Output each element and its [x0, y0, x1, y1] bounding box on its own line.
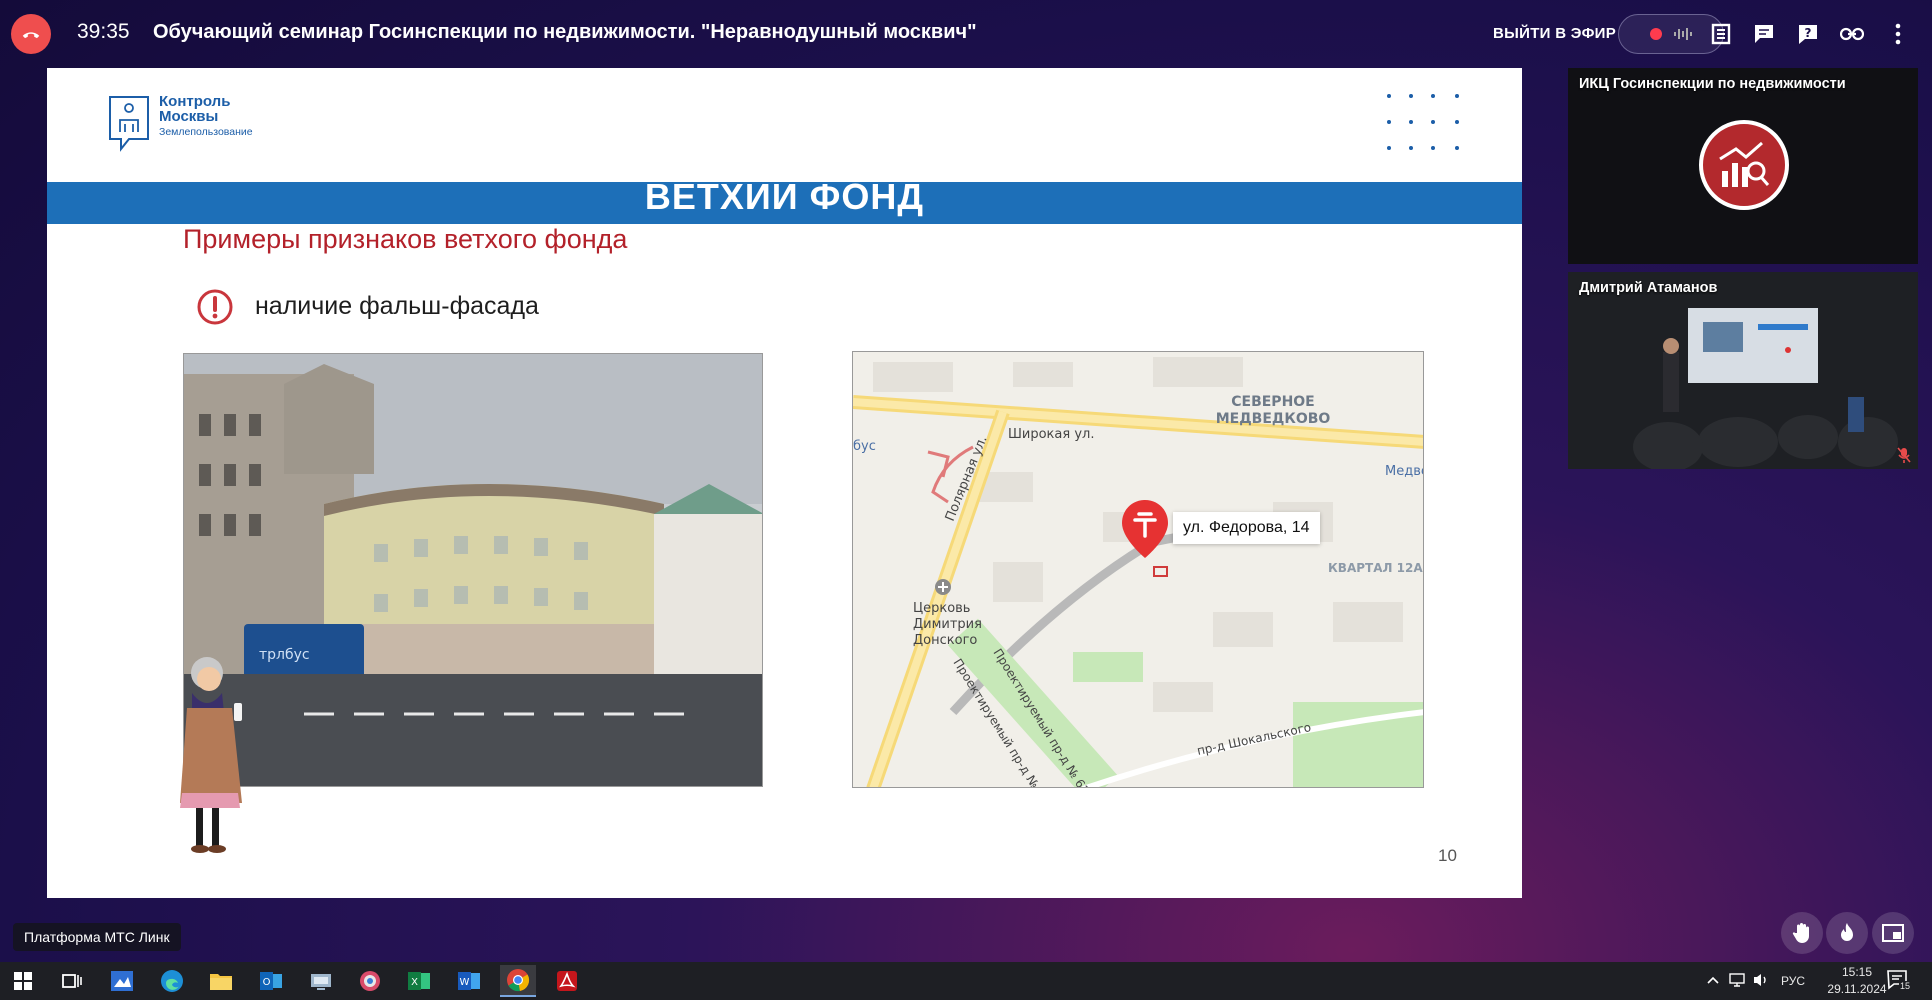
map-district-label: МЕДВЕДКОВО	[1216, 411, 1331, 427]
reactions-button[interactable]	[1826, 912, 1868, 954]
platform-label: Платформа МТС Линк	[13, 923, 181, 951]
map-poi-label: Церковь	[913, 601, 970, 616]
acrobat-icon	[557, 971, 577, 991]
slide-subtitle: Примеры признаков ветхого фонда	[183, 224, 628, 254]
call-top-bar: 39:35 Обучающий семинар Госинспекции по …	[0, 0, 1932, 68]
participant-tile[interactable]: ИКЦ Госинспекции по недвижимости	[1568, 68, 1918, 264]
clock-time[interactable]: 15:15	[1827, 965, 1887, 979]
bus-label: трлбус	[259, 647, 310, 663]
warning-icon	[197, 289, 233, 325]
participant-tile[interactable]: Дмитрий Атаманов	[1568, 272, 1918, 469]
decorative-dots	[1387, 94, 1459, 150]
slide-title: ВЕТХИЙ ФОНД	[644, 176, 925, 217]
participant-name: Дмитрий Атаманов	[1579, 280, 1718, 296]
task-view-icon	[62, 974, 82, 988]
building-photo: трлбус	[183, 353, 763, 787]
hangup-icon	[22, 32, 40, 39]
chat-button[interactable]	[1750, 20, 1778, 48]
task-view-button[interactable]	[54, 965, 90, 997]
call-timer: 39:35	[77, 20, 130, 43]
taskbar-app-acrobat[interactable]	[549, 965, 585, 997]
map-bus-label: бус	[853, 439, 876, 454]
location-map[interactable]: СЕВЕРНОЕ МЕДВЕДКОВО Широкая ул. Полярная…	[852, 351, 1424, 788]
map-street-label: Широкая ул.	[1008, 427, 1094, 442]
participant-video	[1568, 272, 1918, 469]
map-pin-icon	[1122, 500, 1168, 558]
logo-text: Контроль	[159, 93, 231, 110]
slide-page-number: 10	[1438, 846, 1457, 865]
chrome-icon	[507, 969, 530, 992]
svg-text:X: X	[411, 977, 418, 988]
link-button[interactable]	[1838, 20, 1866, 48]
hand-icon	[1792, 923, 1809, 943]
go-live-button[interactable]: ВЫЙТИ В ЭФИР	[1493, 25, 1616, 42]
taskbar-app-excel[interactable]: X	[401, 965, 437, 997]
whiteboard-icon	[111, 971, 133, 991]
layout-button[interactable]	[1872, 912, 1914, 954]
svg-text:O: O	[263, 977, 271, 988]
svg-text:?: ?	[1805, 26, 1812, 40]
taskbar-app-edge[interactable]	[154, 965, 190, 997]
bullet-text: наличие фальш-фасада	[255, 292, 539, 320]
map-district-label: СЕВЕРНОЕ	[1231, 394, 1315, 410]
raise-hand-button[interactable]	[1781, 912, 1823, 954]
map-address-label: ул. Федорова, 14	[1173, 512, 1320, 544]
excel-icon: X	[408, 972, 430, 990]
audio-wave-icon	[1674, 28, 1692, 40]
windows-taskbar	[0, 962, 1932, 1000]
colorful-app-icon	[360, 971, 380, 991]
outlook-icon: O	[260, 972, 282, 990]
edge-icon	[161, 970, 183, 992]
presentation-slide: Контроль Москвы Землепользование ВЕТХИЙ …	[47, 68, 1522, 898]
map-poi-label: Донского	[913, 633, 977, 648]
chat-icon	[1755, 25, 1773, 43]
taskbar-app-settings[interactable]	[352, 965, 388, 997]
mic-off-icon	[1897, 447, 1911, 463]
volume-icon[interactable]	[1752, 972, 1770, 988]
taskbar-app-network[interactable]	[303, 965, 339, 997]
more-icon	[1895, 23, 1901, 45]
map-quarter-label: КВАРТАЛ 12А	[1328, 561, 1423, 575]
more-button[interactable]	[1884, 20, 1912, 48]
network-icon[interactable]	[1729, 972, 1747, 988]
network-app-icon	[311, 974, 331, 990]
grandmother-illustration	[180, 657, 242, 853]
taskbar-app-chrome[interactable]	[500, 965, 536, 997]
keyboard-language[interactable]: РУС	[1781, 974, 1805, 988]
logo-text: Москвы	[159, 108, 219, 125]
chart-magnifier-icon	[1719, 141, 1770, 187]
help-icon: ?	[1799, 25, 1817, 44]
help-button[interactable]: ?	[1794, 20, 1822, 48]
start-button[interactable]	[5, 965, 41, 997]
record-icon	[1650, 28, 1662, 40]
map-metro-label: Медве	[1385, 464, 1424, 479]
participant-avatar	[1699, 120, 1789, 210]
board-icon	[1711, 23, 1731, 45]
svg-text:W: W	[460, 977, 470, 988]
board-button[interactable]	[1707, 20, 1735, 48]
layout-icon	[1882, 924, 1904, 942]
tray-chevron-up-icon[interactable]	[1706, 974, 1720, 988]
participant-name: ИКЦ Госинспекции по недвижимости	[1579, 76, 1846, 92]
hangup-button[interactable]	[11, 14, 51, 54]
notifications-count: 15	[1899, 981, 1912, 991]
taskbar-app-outlook[interactable]: O	[253, 965, 289, 997]
flame-icon	[1841, 923, 1853, 941]
link-icon	[1840, 27, 1864, 41]
event-title: Обучающий семинар Госинспекции по недвиж…	[153, 21, 977, 43]
windows-icon	[14, 972, 32, 990]
taskbar-app-explorer[interactable]	[203, 965, 239, 997]
taskbar-app-word[interactable]: W	[451, 965, 487, 997]
word-icon: W	[458, 972, 480, 990]
taskbar-app-whiteboard[interactable]	[104, 965, 140, 997]
map-poi-label: Димитрия	[913, 617, 982, 632]
folder-icon	[210, 974, 232, 990]
logo-subtext: Землепользование	[159, 126, 253, 138]
